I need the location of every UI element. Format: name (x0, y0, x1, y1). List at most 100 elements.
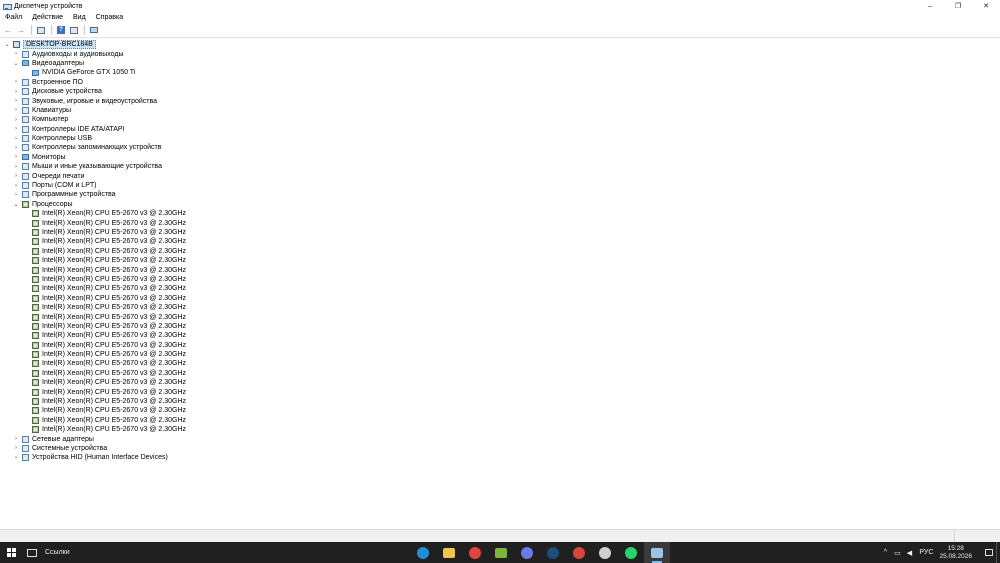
taskbar-app-button[interactable] (514, 542, 540, 563)
forward-button[interactable]: → (16, 25, 26, 35)
tree-row[interactable]: Intel(R) Xeon(R) CPU E5-2670 v3 @ 2.30GH… (0, 284, 1000, 293)
tree-row[interactable]: › Мониторы (0, 153, 1000, 162)
show-desktop-button[interactable] (996, 542, 1000, 563)
tree-row[interactable]: Intel(R) Xeon(R) CPU E5-2670 v3 @ 2.30GH… (0, 228, 1000, 237)
menu-file[interactable]: Файл (0, 14, 27, 21)
expand-toggle-icon[interactable]: › (13, 445, 19, 451)
sound-icon[interactable]: ◀ (903, 542, 915, 563)
expand-toggle-icon[interactable]: › (13, 98, 19, 104)
taskbar-app-button[interactable] (618, 542, 644, 563)
processor-icon (32, 351, 39, 359)
menu-help[interactable]: Справка (91, 14, 128, 21)
tree-row[interactable]: Intel(R) Xeon(R) CPU E5-2670 v3 @ 2.30GH… (0, 303, 1000, 312)
tree-row[interactable]: Intel(R) Xeon(R) CPU E5-2670 v3 @ 2.30GH… (0, 256, 1000, 265)
task-view-icon[interactable] (27, 548, 37, 557)
tree-row[interactable]: › Контроллеры USB (0, 134, 1000, 143)
clock[interactable]: 15:28 25.08.2026 (939, 545, 972, 561)
taskbar-app-button[interactable] (566, 542, 592, 563)
tree-row[interactable]: › Встроенное ПО (0, 78, 1000, 87)
input-language[interactable]: РУС (919, 549, 933, 556)
taskbar-app-button[interactable] (644, 542, 670, 563)
minimize-button[interactable]: – (916, 0, 944, 12)
start-button[interactable] (0, 542, 22, 563)
show-hidden-icons-button[interactable]: ^ (879, 542, 891, 563)
expand-toggle-icon[interactable]: › (13, 51, 19, 57)
tree-row[interactable]: ⌄ Видеоадаптеры (0, 59, 1000, 68)
taskbar-app-button[interactable] (540, 542, 566, 563)
tree-row[interactable]: Intel(R) Xeon(R) CPU E5-2670 v3 @ 2.30GH… (0, 341, 1000, 350)
tree-row[interactable]: › Контроллеры запоминающих устройств (0, 143, 1000, 152)
links-toolbar-label[interactable]: Ссылки (45, 549, 70, 556)
tree-row[interactable]: › Порты (COM и LPT) (0, 181, 1000, 190)
tree-row[interactable]: Intel(R) Xeon(R) CPU E5-2670 v3 @ 2.30GH… (0, 425, 1000, 434)
expand-toggle-icon[interactable]: › (13, 173, 19, 179)
close-button[interactable]: ✕ (972, 0, 1000, 12)
tree-row[interactable]: › Мыши и иные указывающие устройства (0, 162, 1000, 171)
expand-toggle-icon[interactable]: › (13, 192, 19, 198)
tree-row[interactable]: Intel(R) Xeon(R) CPU E5-2670 v3 @ 2.30GH… (0, 369, 1000, 378)
tree-row[interactable]: Intel(R) Xeon(R) CPU E5-2670 v3 @ 2.30GH… (0, 209, 1000, 218)
tree-row[interactable]: Intel(R) Xeon(R) CPU E5-2670 v3 @ 2.30GH… (0, 406, 1000, 415)
taskbar-app-button[interactable] (410, 542, 436, 563)
tree-row[interactable]: Intel(R) Xeon(R) CPU E5-2670 v3 @ 2.30GH… (0, 331, 1000, 340)
expand-toggle-icon[interactable]: › (13, 154, 19, 160)
expand-toggle-icon[interactable]: › (13, 164, 19, 170)
expand-toggle-icon[interactable]: › (13, 107, 19, 113)
tree-row[interactable]: › Контроллеры IDE ATA/ATAPI (0, 125, 1000, 134)
restore-button[interactable]: ❐ (944, 0, 972, 12)
tree-row[interactable]: › Клавиатуры (0, 106, 1000, 115)
tree-row[interactable]: Intel(R) Xeon(R) CPU E5-2670 v3 @ 2.30GH… (0, 218, 1000, 227)
expand-toggle-icon[interactable]: › (13, 79, 19, 85)
expand-toggle-icon[interactable]: › (13, 436, 19, 442)
collapse-toggle-icon[interactable]: ⌄ (4, 41, 10, 48)
collapse-toggle-icon[interactable]: ⌄ (13, 60, 19, 67)
tree-row[interactable]: Intel(R) Xeon(R) CPU E5-2670 v3 @ 2.30GH… (0, 387, 1000, 396)
taskbar-app-button[interactable] (592, 542, 618, 563)
tree-row[interactable]: Intel(R) Xeon(R) CPU E5-2670 v3 @ 2.30GH… (0, 397, 1000, 406)
tree-row[interactable]: › Звуковые, игровые и видеоустройства (0, 96, 1000, 105)
show-hide-console-tree-button[interactable] (36, 25, 46, 35)
tree-row[interactable]: › Очереди печати (0, 171, 1000, 180)
tree-row[interactable]: ⌄ Процессоры (0, 200, 1000, 209)
expand-toggle-icon[interactable]: › (13, 126, 19, 132)
notifications-button[interactable] (982, 542, 996, 563)
action-pane-button[interactable] (69, 25, 79, 35)
tree-row[interactable]: Intel(R) Xeon(R) CPU E5-2670 v3 @ 2.30GH… (0, 350, 1000, 359)
tree-row[interactable]: Intel(R) Xeon(R) CPU E5-2670 v3 @ 2.30GH… (0, 378, 1000, 387)
tree-row[interactable]: Intel(R) Xeon(R) CPU E5-2670 v3 @ 2.30GH… (0, 237, 1000, 246)
expand-toggle-icon[interactable]: › (13, 117, 19, 123)
taskbar-app-button[interactable] (436, 542, 462, 563)
tree-row[interactable]: › Системные устройства (0, 444, 1000, 453)
expand-toggle-icon[interactable]: › (13, 89, 19, 95)
tree-row[interactable]: › Аудиовходы и аудиовыходы (0, 49, 1000, 58)
tree-row[interactable]: Intel(R) Xeon(R) CPU E5-2670 v3 @ 2.30GH… (0, 359, 1000, 368)
tree-row[interactable]: Intel(R) Xeon(R) CPU E5-2670 v3 @ 2.30GH… (0, 312, 1000, 321)
tree-row[interactable]: Intel(R) Xeon(R) CPU E5-2670 v3 @ 2.30GH… (0, 322, 1000, 331)
scan-hardware-button[interactable] (89, 25, 99, 35)
tree-row[interactable]: › Программные устройства (0, 190, 1000, 199)
tree-row[interactable]: › Компьютер (0, 115, 1000, 124)
expand-toggle-icon[interactable]: › (13, 455, 19, 461)
tree-row[interactable]: › Устройства HID (Human Interface Devices… (0, 453, 1000, 462)
collapse-toggle-icon[interactable]: ⌄ (13, 201, 19, 208)
tree-row[interactable]: Intel(R) Xeon(R) CPU E5-2670 v3 @ 2.30GH… (0, 265, 1000, 274)
tree-row[interactable]: Intel(R) Xeon(R) CPU E5-2670 v3 @ 2.30GH… (0, 247, 1000, 256)
back-button[interactable]: ← (3, 25, 13, 35)
help-button[interactable]: ? (56, 25, 66, 35)
tree-row[interactable]: Intel(R) Xeon(R) CPU E5-2670 v3 @ 2.30GH… (0, 416, 1000, 425)
tree-row[interactable]: › Сетевые адаптеры (0, 434, 1000, 443)
tree-root-row[interactable]: ⌄ DESKTOP-BRC184B (0, 40, 1000, 50)
menu-view[interactable]: Вид (68, 14, 91, 21)
expand-toggle-icon[interactable]: › (13, 136, 19, 142)
taskbar-app-button[interactable] (462, 542, 488, 563)
device-category-icon (22, 106, 29, 114)
tree-row[interactable]: › Дисковые устройства (0, 87, 1000, 96)
tree-row[interactable]: NVIDIA GeForce GTX 1050 Ti (0, 68, 1000, 77)
menu-action[interactable]: Действие (27, 14, 68, 21)
tree-row[interactable]: Intel(R) Xeon(R) CPU E5-2670 v3 @ 2.30GH… (0, 275, 1000, 284)
taskbar-app-button[interactable] (488, 542, 514, 563)
tree-row[interactable]: Intel(R) Xeon(R) CPU E5-2670 v3 @ 2.30GH… (0, 294, 1000, 303)
expand-toggle-icon[interactable]: › (13, 145, 19, 151)
network-icon[interactable]: ▭ (891, 542, 903, 563)
expand-toggle-icon[interactable]: › (13, 183, 19, 189)
